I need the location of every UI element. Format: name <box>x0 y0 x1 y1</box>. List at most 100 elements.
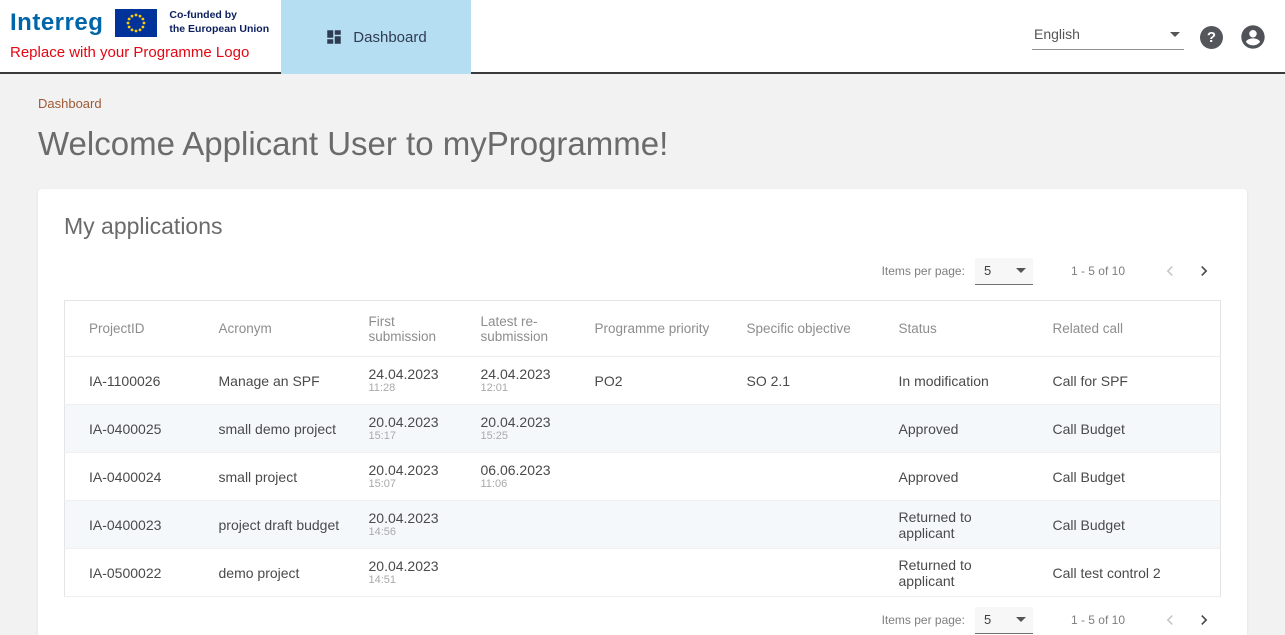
next-page-button[interactable] <box>1187 603 1221 635</box>
submission-time: 11:28 <box>369 382 453 396</box>
previous-page-button[interactable] <box>1153 603 1187 635</box>
paginator-range-label: 1 - 5 of 10 <box>1071 264 1125 278</box>
cell-latest-resubmission: 06.06.2023 11:06 <box>467 453 581 501</box>
dashboard-icon <box>325 28 343 46</box>
paginator-bottom: Items per page: 5 1 - 5 of 10 <box>64 603 1221 635</box>
column-header-status: Status <box>885 301 1039 357</box>
submission-time: 15:07 <box>369 478 453 492</box>
resubmission-time: 15:25 <box>481 430 567 444</box>
items-per-page-label: Items per page: <box>882 613 965 627</box>
eu-flag-icon <box>115 9 157 37</box>
eu-cofunded-line2: the European Union <box>169 23 269 37</box>
cell-specific-objective <box>733 453 885 501</box>
breadcrumb[interactable]: Dashboard <box>38 96 102 111</box>
eu-cofunded-line1: Co-funded by <box>169 9 269 23</box>
previous-page-button[interactable] <box>1153 254 1187 288</box>
cell-acronym: project draft budget <box>205 501 355 549</box>
cell-acronym: small project <box>205 453 355 501</box>
chevron-down-icon <box>1016 268 1026 273</box>
resubmission-date: 24.04.2023 <box>481 366 567 382</box>
cell-project-id: IA-0400024 <box>65 453 205 501</box>
page-title: Welcome Applicant User to myProgramme! <box>38 125 1247 163</box>
cell-related-call: Call test control 2 <box>1039 549 1221 597</box>
cell-status: In modification <box>885 357 1039 405</box>
column-header-acronym: Acronym <box>205 301 355 357</box>
column-header-programme-priority: Programme priority <box>581 301 733 357</box>
cell-status: Returned to applicant <box>885 549 1039 597</box>
page-size-select[interactable]: 5 <box>975 607 1033 634</box>
cell-programme-priority <box>581 549 733 597</box>
next-page-button[interactable] <box>1187 254 1221 288</box>
cell-programme-priority <box>581 453 733 501</box>
tab-dashboard-label: Dashboard <box>353 29 426 46</box>
cell-first-submission: 20.04.2023 15:17 <box>355 405 467 453</box>
cell-specific-objective <box>733 501 885 549</box>
cell-project-id: IA-0400025 <box>65 405 205 453</box>
eu-cofunded-caption: Co-funded by the European Union <box>169 9 269 36</box>
cell-programme-priority <box>581 405 733 453</box>
column-header-specific-objective: Specific objective <box>733 301 885 357</box>
table-row[interactable]: IA-0500022 demo project 20.04.2023 14:51 <box>65 549 1221 597</box>
cell-project-id: IA-0500022 <box>65 549 205 597</box>
cell-related-call: Call Budget <box>1039 405 1221 453</box>
chevron-right-icon <box>1194 610 1214 630</box>
applications-table: ProjectID Acronym First submission Lates… <box>64 300 1221 597</box>
cell-latest-resubmission <box>467 501 581 549</box>
chevron-right-icon <box>1194 261 1214 281</box>
submission-date: 24.04.2023 <box>369 366 453 382</box>
chevron-down-icon <box>1170 32 1180 37</box>
cell-first-submission: 20.04.2023 14:51 <box>355 549 467 597</box>
cell-acronym: demo project <box>205 549 355 597</box>
cell-status: Returned to applicant <box>885 501 1039 549</box>
table-header-row: ProjectID Acronym First submission Lates… <box>65 301 1221 357</box>
items-per-page-label: Items per page: <box>882 264 965 278</box>
resubmission-time: 11:06 <box>481 478 567 492</box>
cell-first-submission: 20.04.2023 14:56 <box>355 501 467 549</box>
table-row[interactable]: IA-1100026 Manage an SPF 24.04.2023 11:2… <box>65 357 1221 405</box>
account-icon[interactable] <box>1239 23 1267 51</box>
submission-date: 20.04.2023 <box>369 510 453 526</box>
table-row[interactable]: IA-0400024 small project 20.04.2023 15:0… <box>65 453 1221 501</box>
paginator-range-label: 1 - 5 of 10 <box>1071 613 1125 627</box>
cell-related-call: Call for SPF <box>1039 357 1221 405</box>
interreg-logo: Interreg <box>10 9 103 37</box>
language-select[interactable]: English <box>1032 24 1184 50</box>
paginator-top: Items per page: 5 1 - 5 of 10 <box>64 254 1221 288</box>
cell-specific-objective: SO 2.1 <box>733 357 885 405</box>
app-header: Interreg <box>0 0 1285 74</box>
help-icon[interactable]: ? <box>1200 26 1223 49</box>
cell-specific-objective <box>733 405 885 453</box>
table-row[interactable]: IA-0400025 small demo project 20.04.2023… <box>65 405 1221 453</box>
submission-date: 20.04.2023 <box>369 558 453 574</box>
chevron-left-icon <box>1160 610 1180 630</box>
chevron-down-icon <box>1016 617 1026 622</box>
resubmission-date: 06.06.2023 <box>481 462 567 478</box>
submission-date: 20.04.2023 <box>369 462 453 478</box>
tab-dashboard[interactable]: Dashboard <box>281 0 471 74</box>
cell-latest-resubmission <box>467 549 581 597</box>
app-window: Interreg <box>0 0 1285 635</box>
cell-first-submission: 20.04.2023 15:07 <box>355 453 467 501</box>
cell-project-id: IA-1100026 <box>65 357 205 405</box>
submission-date: 20.04.2023 <box>369 414 453 430</box>
applications-card: My applications Items per page: 5 1 - 5 … <box>38 189 1247 635</box>
cell-status: Approved <box>885 405 1039 453</box>
cell-latest-resubmission: 24.04.2023 12:01 <box>467 357 581 405</box>
cell-first-submission: 24.04.2023 11:28 <box>355 357 467 405</box>
header-actions: English ? <box>1032 0 1267 74</box>
resubmission-time: 12:01 <box>481 382 567 396</box>
cell-acronym: small demo project <box>205 405 355 453</box>
cell-related-call: Call Budget <box>1039 501 1221 549</box>
cell-acronym: Manage an SPF <box>205 357 355 405</box>
resubmission-date: 20.04.2023 <box>481 414 567 430</box>
cell-latest-resubmission: 20.04.2023 15:25 <box>467 405 581 453</box>
main-content: Dashboard Welcome Applicant User to myPr… <box>0 74 1285 635</box>
page-size-select[interactable]: 5 <box>975 258 1033 285</box>
table-row[interactable]: IA-0400023 project draft budget 20.04.20… <box>65 501 1221 549</box>
page-size-value: 5 <box>984 263 991 278</box>
chevron-left-icon <box>1160 261 1180 281</box>
replace-logo-text: Replace with your Programme Logo <box>10 44 269 61</box>
cell-related-call: Call Budget <box>1039 453 1221 501</box>
column-header-latest-resubmission: Latest re-submission <box>467 301 581 357</box>
cell-specific-objective <box>733 549 885 597</box>
